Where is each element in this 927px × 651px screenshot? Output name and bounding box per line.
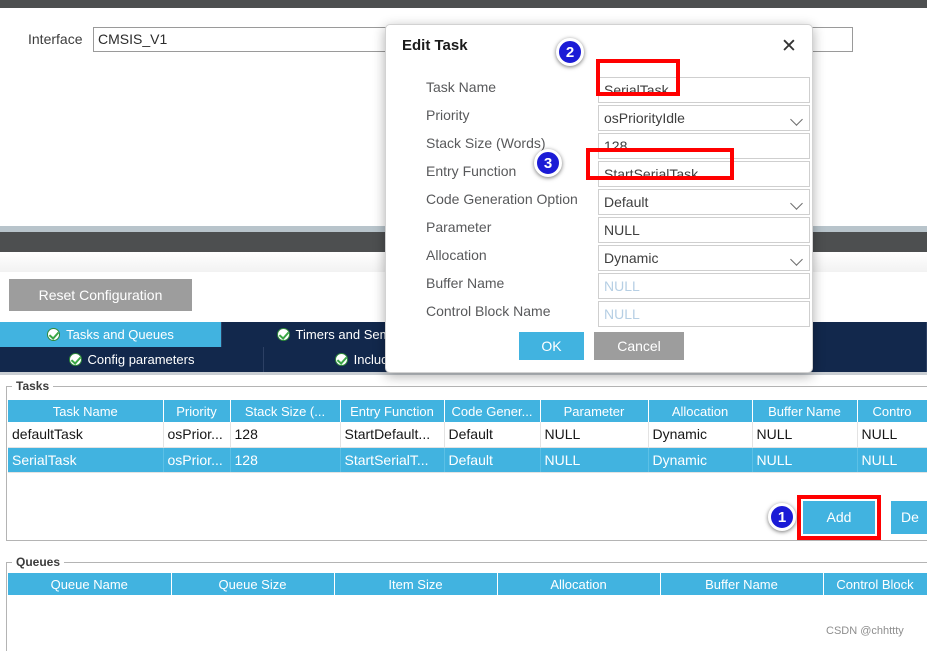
- chevron-down-icon[interactable]: [790, 113, 803, 126]
- tasks-table: Task Name Priority Stack Size (... Entry Fu…: [8, 400, 927, 473]
- edit-task-dialog: Edit Task ✕ Task Name SerialTask Priority o…: [385, 24, 813, 373]
- queues-col-5[interactable]: Control Block: [823, 573, 927, 595]
- tab-label: Tasks and Queues: [66, 327, 174, 342]
- tasks-body: defaultTask osPrior... 128 StartDefault... D…: [8, 422, 927, 473]
- ok-button[interactable]: OK: [519, 332, 584, 360]
- table-cell: SerialTask: [8, 447, 164, 473]
- table-cell: defaultTask: [8, 422, 164, 448]
- field-code-generation-option[interactable]: Default: [598, 189, 810, 215]
- queues-col-1[interactable]: Queue Size: [171, 573, 335, 595]
- tasks-col-7[interactable]: Buffer Name: [752, 400, 858, 422]
- queues-table-wrapper: Queue Name Queue Size Item Size Allocation B…: [8, 573, 927, 595]
- field-priority[interactable]: osPriorityIdle: [598, 105, 810, 131]
- queues-col-3[interactable]: Allocation: [497, 573, 661, 595]
- field-entry-function[interactable]: StartSerialTask: [598, 161, 810, 187]
- field-task-name[interactable]: SerialTask: [598, 77, 810, 103]
- tasks-col-0[interactable]: Task Name: [8, 400, 164, 422]
- field-label: Entry Function: [426, 163, 517, 179]
- table-cell: osPrior...: [163, 422, 231, 448]
- field-stack-size-words[interactable]: 128: [598, 133, 810, 159]
- field-control-block-name[interactable]: NULL: [598, 301, 810, 327]
- chevron-down-icon[interactable]: [790, 197, 803, 210]
- check-circle-icon: [276, 328, 290, 341]
- check-circle-icon: [47, 328, 61, 341]
- table-cell: Default: [444, 447, 541, 473]
- dialog-field-row: Task Name SerialTask: [386, 77, 814, 103]
- field-label: Allocation: [426, 247, 487, 263]
- cancel-button[interactable]: Cancel: [594, 332, 684, 360]
- reset-configuration-button[interactable]: Reset Configuration: [9, 279, 192, 311]
- queues-group-title: Queues: [12, 555, 65, 569]
- table-cell: Default: [444, 422, 541, 448]
- check-circle-icon: [334, 353, 348, 366]
- interface-label: Interface: [28, 31, 83, 47]
- field-parameter[interactable]: NULL: [598, 217, 810, 243]
- tasks-col-1[interactable]: Priority: [163, 400, 231, 422]
- table-cell: NULL: [540, 447, 649, 473]
- field-label: Code Generation Option: [426, 191, 578, 207]
- tasks-col-4[interactable]: Code Gener...: [444, 400, 541, 422]
- delete-task-button[interactable]: De: [891, 501, 927, 534]
- table-row[interactable]: defaultTask osPrior... 128 StartDefault... D…: [8, 422, 927, 448]
- tasks-col-6[interactable]: Allocation: [648, 400, 753, 422]
- check-circle-icon: [68, 353, 82, 366]
- table-cell: NULL: [857, 447, 927, 473]
- table-cell: NULL: [540, 422, 649, 448]
- chevron-down-icon[interactable]: [790, 253, 803, 266]
- dialog-field-row: Code Generation Option Default: [386, 189, 814, 215]
- table-cell: Dynamic: [648, 422, 753, 448]
- close-icon[interactable]: ✕: [776, 33, 802, 59]
- table-cell: StartDefault...: [340, 422, 445, 448]
- queues-col-4[interactable]: Buffer Name: [660, 573, 824, 595]
- table-row[interactable]: SerialTask osPrior... 128 StartSerialT... De…: [8, 447, 927, 473]
- queues-table: Queue Name Queue Size Item Size Allocation B…: [8, 573, 927, 595]
- window-top-bar: [0, 0, 927, 8]
- field-label: Stack Size (Words): [426, 135, 546, 151]
- field-label: Buffer Name: [426, 275, 505, 291]
- field-label: Priority: [426, 107, 470, 123]
- tab-primary-0[interactable]: Tasks and Queues: [0, 322, 222, 347]
- dialog-title: Edit Task: [402, 37, 468, 54]
- table-cell: 128: [230, 422, 341, 448]
- tasks-col-8[interactable]: Contro: [857, 400, 927, 422]
- table-cell: NULL: [857, 422, 927, 448]
- dialog-field-row: Stack Size (Words) 128: [386, 133, 814, 159]
- tasks-col-3[interactable]: Entry Function: [340, 400, 445, 422]
- queues-col-0[interactable]: Queue Name: [8, 573, 172, 595]
- table-cell: Dynamic: [648, 447, 753, 473]
- add-task-button[interactable]: Add: [803, 501, 875, 534]
- table-cell: 128: [230, 447, 341, 473]
- queues-header-row: Queue Name Queue Size Item Size Allocation B…: [8, 573, 927, 595]
- queues-col-2[interactable]: Item Size: [334, 573, 498, 595]
- dialog-field-row: Control Block Name NULL: [386, 301, 814, 327]
- dialog-field-row: Priority osPriorityIdle: [386, 105, 814, 131]
- dialog-field-row: Buffer Name NULL: [386, 273, 814, 299]
- field-label: Control Block Name: [426, 303, 551, 319]
- watermark-text: CSDN @chhttty: [826, 625, 904, 637]
- tab-label: Timers and Sem: [295, 327, 391, 342]
- field-buffer-name[interactable]: NULL: [598, 273, 810, 299]
- tasks-col-2[interactable]: Stack Size (...: [230, 400, 341, 422]
- field-label: Parameter: [426, 219, 492, 235]
- dialog-field-row: Entry Function StartSerialTask: [386, 161, 814, 187]
- tasks-group-title: Tasks: [12, 379, 54, 393]
- field-label: Task Name: [426, 79, 497, 95]
- tab-secondary-0[interactable]: Config parameters: [0, 347, 264, 372]
- tasks-table-wrapper: Task Name Priority Stack Size (... Entry Fu…: [8, 400, 927, 473]
- dialog-field-row: Allocation Dynamic: [386, 245, 814, 271]
- tasks-col-5[interactable]: Parameter: [540, 400, 649, 422]
- tab-label: Config parameters: [87, 352, 195, 367]
- dialog-field-row: Parameter NULL: [386, 217, 814, 243]
- tasks-header-row: Task Name Priority Stack Size (... Entry Fu…: [8, 400, 927, 422]
- table-cell: StartSerialT...: [340, 447, 445, 473]
- field-allocation[interactable]: Dynamic: [598, 245, 810, 271]
- table-cell: NULL: [752, 447, 858, 473]
- table-cell: osPrior...: [163, 447, 231, 473]
- table-cell: NULL: [752, 422, 858, 448]
